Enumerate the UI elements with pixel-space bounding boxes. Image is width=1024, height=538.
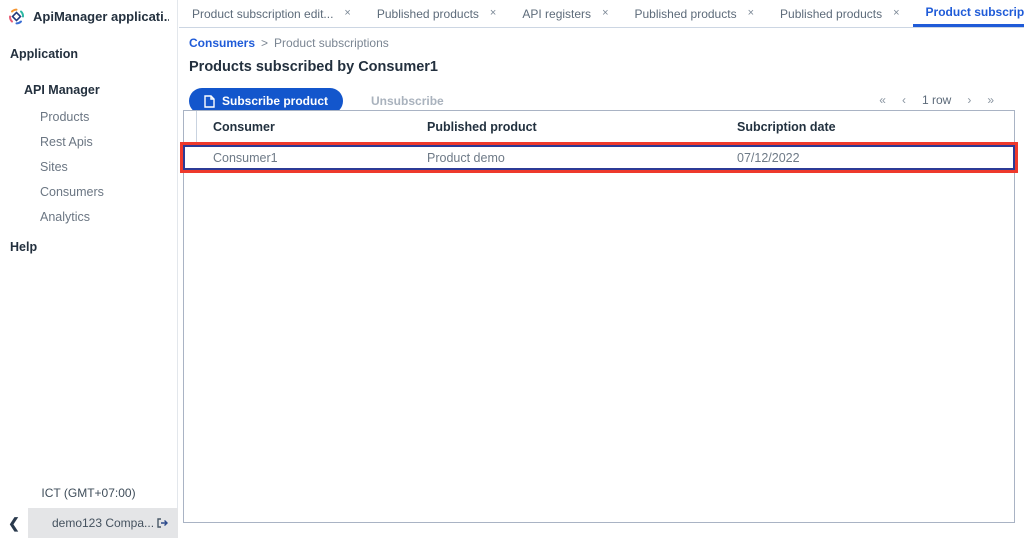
breadcrumb-current: Product subscriptions: [274, 36, 389, 50]
close-icon[interactable]: ×: [344, 8, 350, 19]
sidebar-item-rest-apis[interactable]: Rest Apis: [40, 130, 177, 155]
last-page-icon[interactable]: »: [987, 93, 994, 107]
previous-page-icon[interactable]: ‹: [902, 93, 906, 107]
column-header-consumer: Consumer: [197, 120, 411, 134]
content-area: Consumers > Product subscriptions Produc…: [179, 28, 1024, 114]
sidebar-item-consumers[interactable]: Consumers: [40, 180, 177, 205]
subscriptions-table: Consumer Published product Subcription d…: [183, 110, 1015, 523]
account-switcher[interactable]: demo123 Compa...: [28, 508, 178, 538]
logout-icon[interactable]: [155, 516, 169, 530]
sidebar-section-help[interactable]: Help: [10, 240, 177, 254]
tab-product-subscriptions[interactable]: Product subscriptions ×: [913, 0, 1024, 27]
tab-label: Published products: [780, 7, 882, 21]
sidebar-section-application[interactable]: Application: [10, 47, 177, 61]
app-header: ApiManager applicati...: [0, 0, 177, 29]
sidebar-item-sites[interactable]: Sites: [40, 155, 177, 180]
tab-label: Product subscription edit...: [192, 7, 333, 21]
selection-cell: [184, 143, 197, 172]
breadcrumb-separator: >: [261, 36, 268, 50]
tab-api-registers[interactable]: API registers ×: [509, 0, 621, 27]
tab-label: API registers: [522, 7, 591, 21]
tab-label: Product subscriptions: [926, 5, 1024, 19]
document-icon: [204, 95, 215, 108]
tab-bar: Product subscription edit... × Published…: [179, 0, 1024, 28]
row-count-label: 1 row: [922, 93, 951, 107]
cell-consumer: Consumer1: [197, 151, 411, 165]
subscribe-product-label: Subscribe product: [222, 94, 328, 108]
sidebar-item-analytics[interactable]: Analytics: [40, 205, 177, 230]
chevron-left-icon: ❮: [8, 515, 20, 532]
breadcrumb-consumers-link[interactable]: Consumers: [189, 36, 255, 50]
page-title: Products subscribed by Consumer1: [189, 59, 1024, 75]
sidebar-collapse-button[interactable]: ❮: [0, 508, 28, 538]
pagination: « ‹ 1 row › »: [879, 93, 994, 107]
tab-label: Published products: [635, 7, 737, 21]
next-page-icon[interactable]: ›: [967, 93, 971, 107]
selection-column-header: [184, 111, 197, 143]
table-header-row: Consumer Published product Subcription d…: [184, 111, 1014, 143]
table-row[interactable]: Consumer1 Product demo 07/12/2022: [184, 143, 1014, 172]
sidebar-footer: ❮ demo123 Compa...: [0, 508, 178, 538]
tab-label: Published products: [377, 7, 479, 21]
sidebar-nav: Products Rest Apis Sites Consumers Analy…: [40, 105, 177, 230]
sidebar: ApiManager applicati... Application API …: [0, 0, 178, 538]
tab-published-products-3[interactable]: Published products ×: [767, 0, 913, 27]
close-icon[interactable]: ×: [490, 8, 496, 19]
account-label: demo123 Compa...: [52, 516, 154, 530]
tab-product-subscription-edit[interactable]: Product subscription edit... ×: [179, 0, 364, 27]
column-header-published-product: Published product: [411, 120, 721, 134]
first-page-icon[interactable]: «: [879, 93, 886, 107]
cell-subscription-date: 07/12/2022: [721, 151, 1014, 165]
timezone-label: ICT (GMT+07:00): [0, 486, 177, 500]
unsubscribe-button[interactable]: Unsubscribe: [371, 94, 444, 108]
app-logo-icon: [8, 8, 25, 25]
column-header-subscription-date: Subcription date: [721, 120, 1014, 134]
app-title: ApiManager applicati...: [33, 9, 169, 24]
app-window: ApiManager applicati... Application API …: [0, 0, 1024, 538]
close-icon[interactable]: ×: [893, 8, 899, 19]
close-icon[interactable]: ×: [748, 8, 754, 19]
tab-published-products-2[interactable]: Published products ×: [622, 0, 768, 27]
close-icon[interactable]: ×: [602, 8, 608, 19]
breadcrumb: Consumers > Product subscriptions: [189, 36, 1024, 50]
tab-published-products-1[interactable]: Published products ×: [364, 0, 510, 27]
sidebar-section-api-manager[interactable]: API Manager: [24, 83, 177, 97]
cell-published-product: Product demo: [411, 151, 721, 165]
sidebar-item-products[interactable]: Products: [40, 105, 177, 130]
